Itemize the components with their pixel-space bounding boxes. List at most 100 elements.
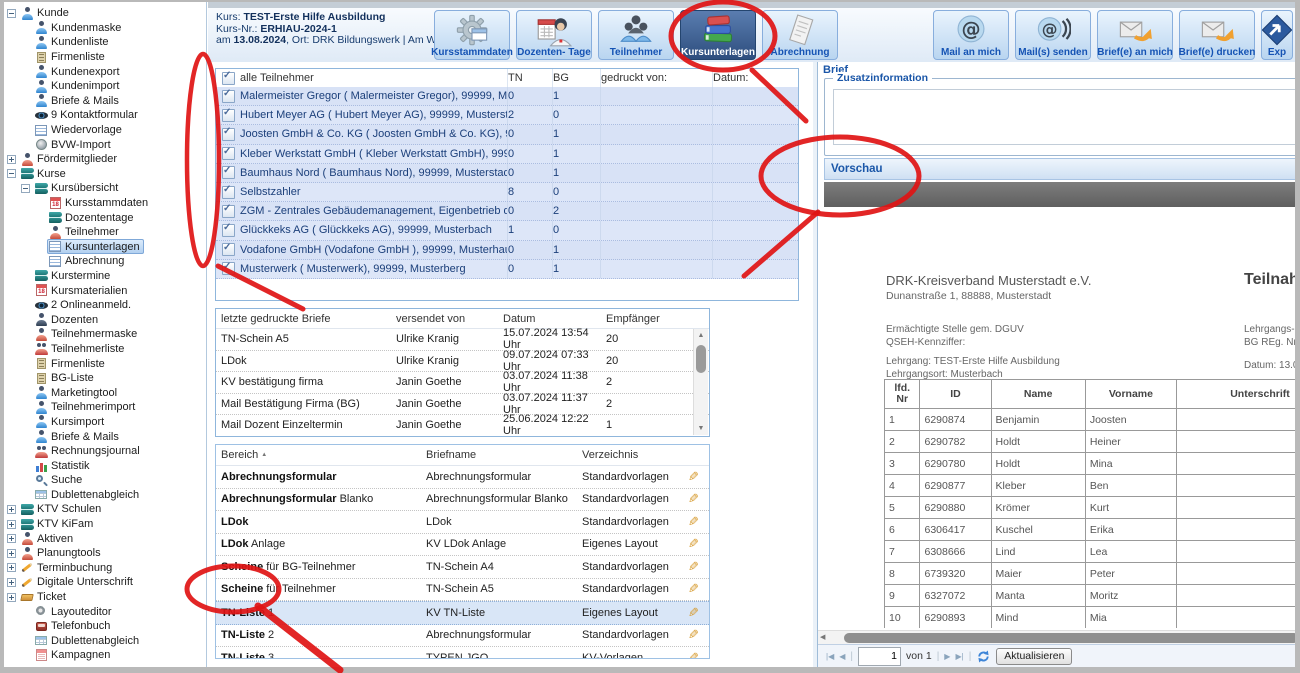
participant-checkbox[interactable] xyxy=(222,90,235,103)
sidebar-item[interactable]: Dozenten xyxy=(4,312,206,327)
sidebar-item[interactable]: Ticket xyxy=(4,590,206,605)
edit-pencil-icon[interactable]: ✎ xyxy=(688,559,699,575)
edit-pencil-icon[interactable]: ✎ xyxy=(688,627,699,643)
participant-checkbox[interactable] xyxy=(222,243,235,256)
sidebar-item-inner[interactable]: Kursunterlagen xyxy=(47,239,144,254)
template-row[interactable]: TN-Liste 3 TYPEN JGO KV-Vorlagen ✎ xyxy=(216,647,709,659)
sidebar-item[interactable]: Kunde xyxy=(4,6,206,21)
template-row[interactable]: Scheine für Teilnehmer TN-Schein A5 Stan… xyxy=(216,579,709,602)
sidebar-item[interactable]: KTV Schulen xyxy=(4,502,206,517)
participant-checkbox[interactable] xyxy=(222,128,235,141)
sidebar-item-inner[interactable]: Firmenliste xyxy=(33,356,109,371)
sidebar-item-inner[interactable]: Statistik xyxy=(33,458,94,473)
sidebar-item-inner[interactable]: Dozenten xyxy=(33,312,102,327)
sidebar-item-inner[interactable]: Dublettenabgleich xyxy=(33,487,143,502)
sidebar-item-inner[interactable]: Kampagnen xyxy=(33,648,114,663)
abrechnung-button[interactable]: Abrechnung xyxy=(762,10,838,60)
tree-expander-icon[interactable] xyxy=(7,9,16,18)
sidebar-item-inner[interactable]: Kurstermine xyxy=(33,268,114,283)
sidebar-item-inner[interactable]: Briefe & Mails xyxy=(33,429,123,444)
sidebar-item-inner[interactable]: Teilnehmer xyxy=(47,225,123,240)
sidebar-item[interactable]: Statistik xyxy=(4,458,206,473)
select-all-checkbox[interactable] xyxy=(222,72,235,85)
sidebar-item[interactable]: Kursunterlagen xyxy=(4,240,206,255)
participant-row[interactable]: ZGM - Zentrales Gebäudemanagement, Eigen… xyxy=(216,202,798,221)
sidebar-item[interactable]: Dublettenabgleich xyxy=(4,488,206,503)
sidebar-item-inner[interactable]: Kursübersicht xyxy=(33,181,122,196)
sidebar-item-inner[interactable]: Briefe & Mails xyxy=(33,93,123,108)
printed-letter-row[interactable]: LDok Ulrike Kranig 09.07.2024 07:33 Uhr … xyxy=(216,351,709,373)
sidebar-item[interactable]: Briefe & Mails xyxy=(4,429,206,444)
sidebar-item-inner[interactable]: Teilnehmerliste xyxy=(33,341,128,356)
sidebar-item-inner[interactable]: Kurse xyxy=(19,166,70,181)
template-row[interactable]: LDok LDok Standardvorlagen ✎ xyxy=(216,511,709,534)
sidebar-item[interactable]: Kundenmaske xyxy=(4,21,206,36)
sidebar-item-inner[interactable]: BG-Liste xyxy=(33,371,98,386)
sidebar-item-inner[interactable]: Wiedervorlage xyxy=(33,123,126,138)
sidebar-item[interactable]: Teilnehmermaske xyxy=(4,327,206,342)
sidebar-item[interactable]: KTV KiFam xyxy=(4,517,206,532)
sidebar-item[interactable]: Rechnungsjournal xyxy=(4,444,206,459)
sidebar-item[interactable]: Firmenliste xyxy=(4,50,206,65)
tree-expander-icon[interactable] xyxy=(21,184,30,193)
sidebar-item-inner[interactable]: 2 Onlineanmeld. xyxy=(33,298,135,313)
column-header-directory[interactable]: Verzeichnis xyxy=(582,449,678,461)
sidebar-item-inner[interactable]: Layouteditor xyxy=(33,604,116,619)
sidebar-item[interactable]: Teilnehmer xyxy=(4,225,206,240)
tree-expander-icon[interactable] xyxy=(7,549,16,558)
refresh-icon[interactable] xyxy=(976,649,991,664)
participant-row[interactable]: Joosten GmbH & Co. KG ( Joosten GmbH & C… xyxy=(216,125,798,144)
tree-expander-icon[interactable] xyxy=(7,155,16,164)
tree-expander-icon[interactable] xyxy=(7,563,16,572)
column-header-printed-by[interactable]: gedruckt von: xyxy=(601,69,713,87)
participant-row[interactable]: Hubert Meyer AG ( Hubert Meyer AG), 9999… xyxy=(216,106,798,125)
sidebar-item[interactable]: Kursübersicht xyxy=(4,181,206,196)
participant-checkbox[interactable] xyxy=(222,109,235,122)
template-row[interactable]: TN-Liste 2 Abrechnungsformular Standardv… xyxy=(216,625,709,648)
sidebar-item[interactable]: Kurstermine xyxy=(4,269,206,284)
sidebar-item[interactable]: Marketingtool xyxy=(4,385,206,400)
tree-expander-icon[interactable] xyxy=(7,534,16,543)
tree-expander-icon[interactable] xyxy=(7,520,16,529)
sidebar-item[interactable]: Kursstammdaten xyxy=(4,196,206,211)
column-header-recipients[interactable]: Empfänger xyxy=(606,313,666,325)
mail-an-mich-button[interactable]: @ Mail an mich xyxy=(933,10,1009,60)
template-row[interactable]: LDok Anlage KV LDok Anlage Eigenes Layou… xyxy=(216,534,709,557)
participant-checkbox[interactable] xyxy=(222,262,235,275)
sidebar-item-inner[interactable]: Marketingtool xyxy=(33,385,121,400)
scroll-down-icon[interactable]: ▼ xyxy=(694,422,708,435)
tree-expander-icon[interactable] xyxy=(7,593,16,602)
participant-row[interactable]: Kleber Werkstatt GmbH ( Kleber Werkstatt… xyxy=(216,145,798,164)
sidebar-item[interactable]: Abrechnung xyxy=(4,254,206,269)
edit-pencil-icon[interactable]: ✎ xyxy=(688,491,699,507)
zusatzinformation-input[interactable] xyxy=(833,89,1300,145)
sidebar-item[interactable]: Digitale Unterschrift xyxy=(4,575,206,590)
tree-expander-icon[interactable] xyxy=(7,169,16,178)
sidebar-item-inner[interactable]: BVW-Import xyxy=(33,137,115,152)
template-row[interactable]: Abrechnungsformular Abrechnungsformular … xyxy=(216,466,709,489)
sidebar-item-inner[interactable]: Kursstammdaten xyxy=(47,196,152,211)
sidebar-item-inner[interactable]: KTV KiFam xyxy=(19,517,97,532)
sidebar-item[interactable]: Fördermitglieder xyxy=(4,152,206,167)
sidebar-item-inner[interactable]: Suche xyxy=(33,473,86,488)
scroll-up-icon[interactable]: ▲ xyxy=(694,329,708,342)
sidebar-item[interactable]: Kampagnen xyxy=(4,648,206,663)
sidebar-item-inner[interactable]: Dublettenabgleich xyxy=(33,633,143,648)
sidebar-item-inner[interactable]: Abrechnung xyxy=(47,254,128,269)
sidebar-item[interactable]: Kursmaterialien xyxy=(4,283,206,298)
participant-row[interactable]: Baumhaus Nord ( Baumhaus Nord), 99999, M… xyxy=(216,164,798,183)
sidebar-item[interactable]: Kundenimport xyxy=(4,79,206,94)
mails-senden-button[interactable]: @ Mail(s) senden xyxy=(1015,10,1091,60)
sidebar-item[interactable]: Dozententage xyxy=(4,210,206,225)
sidebar-item-inner[interactable]: Dozententage xyxy=(47,210,138,225)
sidebar-item[interactable]: Briefe & Mails xyxy=(4,94,206,109)
column-header-letter[interactable]: letzte gedruckte Briefe xyxy=(216,313,396,325)
sidebar-item-inner[interactable]: Kundenmaske xyxy=(33,20,125,35)
participant-checkbox[interactable] xyxy=(222,166,235,179)
sidebar-item[interactable]: Wiedervorlage xyxy=(4,123,206,138)
edit-pencil-icon[interactable]: ✎ xyxy=(688,581,699,597)
participant-checkbox[interactable] xyxy=(222,147,235,160)
next-page-button[interactable]: ▶ xyxy=(944,652,950,661)
sidebar-item[interactable]: Planungtools xyxy=(4,546,206,561)
letters-scrollbar[interactable]: ▲ ▼ xyxy=(693,329,708,435)
